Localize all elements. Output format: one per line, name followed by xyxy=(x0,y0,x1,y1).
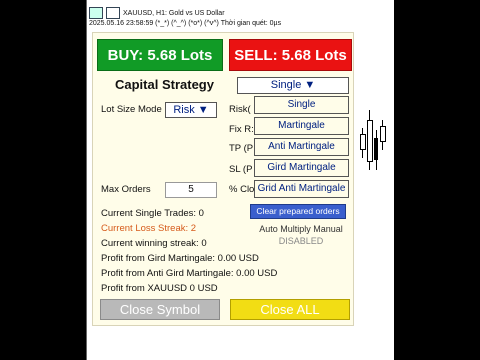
strategy-option-gird-martingale[interactable]: Gird Martingale xyxy=(254,159,349,177)
current-winning-streak: Current winning streak: 0 xyxy=(101,238,207,249)
strategy-option-anti-martingale[interactable]: Anti Martingale xyxy=(254,138,349,156)
strategy-dropdown[interactable]: Single ▼ xyxy=(237,77,349,94)
chart-title: XAUUSD, H1: Gold vs US Dollar xyxy=(123,9,225,17)
percent-close-label: % Clo xyxy=(229,184,255,195)
flag-icon xyxy=(89,7,103,19)
buy-button[interactable]: BUY: 5.68 Lots xyxy=(97,39,223,71)
candle xyxy=(360,134,366,150)
sl-label: SL (P xyxy=(229,164,253,175)
strategy-option-martingale[interactable]: Martingale xyxy=(254,117,349,135)
risk-label: Risk( xyxy=(229,104,251,115)
max-orders-label: Max Orders xyxy=(101,184,151,195)
auto-multiply-status: DISABLED xyxy=(278,236,324,246)
lot-size-mode-dropdown[interactable]: Risk ▼ xyxy=(165,102,217,118)
tp-label: TP (P xyxy=(229,143,254,154)
candle xyxy=(367,120,373,162)
current-loss-streak: Current Loss Streak: 2 xyxy=(101,223,197,234)
profit-anti-gird-martingale: Profit from Anti Gird Martingale: 0.00 U… xyxy=(101,268,278,279)
current-single-trades: Current Single Trades: 0 xyxy=(101,208,204,219)
clear-prepared-orders-button[interactable]: Clear prepared orders xyxy=(250,204,346,219)
close-all-button[interactable]: Close ALL xyxy=(230,299,350,320)
candle xyxy=(380,126,386,142)
capital-strategy-title: Capital Strategy xyxy=(115,77,214,92)
profit-gird-martingale: Profit from Gird Martingale: 0.00 USD xyxy=(101,253,259,264)
lot-size-mode-label: Lot Size Mode xyxy=(101,104,162,115)
auto-multiply-manual-label: Auto Multiply Manual xyxy=(259,224,343,234)
chart-title-bar: XAUUSD, H1: Gold vs US Dollar xyxy=(86,5,394,21)
chart-left-border xyxy=(86,0,87,360)
strategy-option-grid-anti-martingale[interactable]: Grid Anti Martingale xyxy=(254,180,349,198)
max-orders-input[interactable]: 5 xyxy=(165,182,217,198)
chart-icon xyxy=(106,7,120,19)
candle xyxy=(374,138,378,160)
sell-button[interactable]: SELL: 5.68 Lots xyxy=(229,39,352,71)
trade-panel: BUY: 5.68 Lots SELL: 5.68 Lots Capital S… xyxy=(92,32,354,326)
profit-xauusd: Profit from XAUUSD 0 USD xyxy=(101,283,218,294)
fix-r-label: Fix R: xyxy=(229,124,254,135)
strategy-option-single[interactable]: Single xyxy=(254,96,349,114)
close-symbol-button[interactable]: Close Symbol xyxy=(100,299,220,320)
chart-info-line: 2025.05.16 23:58:59 (*_*) (^_^) (*o*) (^… xyxy=(89,20,282,27)
